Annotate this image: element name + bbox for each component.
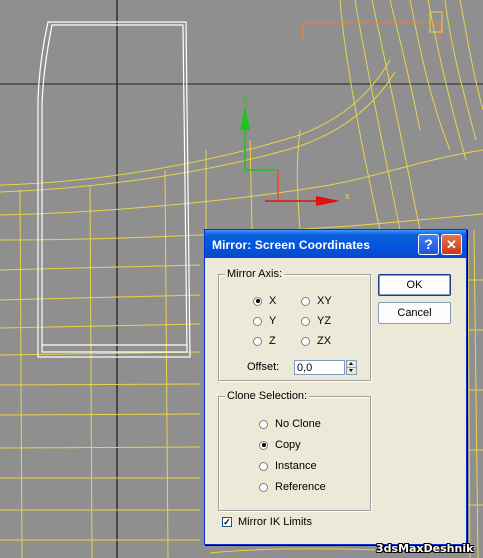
radio-button-icon [301,296,310,306]
spinner-down-button[interactable] [347,368,356,374]
checkbox-label: Mirror IK Limits [238,516,312,528]
transform-gizmo[interactable]: y x [240,93,350,206]
radio-button-icon [259,461,268,471]
radio-no-clone[interactable]: No Clone [259,418,321,430]
selected-object[interactable] [37,21,191,358]
radio-button-icon [259,440,268,450]
radio-instance[interactable]: Instance [259,460,317,472]
offset-spinner[interactable] [346,360,357,375]
arrow-up-icon [349,362,353,365]
radio-copy[interactable]: Copy [259,439,301,451]
radio-button-icon [253,316,262,326]
radio-button-icon [253,296,262,306]
radio-button-icon [253,336,262,346]
radio-label: Y [269,315,277,327]
cancel-button[interactable]: Cancel [378,302,451,324]
clone-selection-group: Clone Selection: No Clone Copy Instance … [218,390,371,511]
offset-label: Offset: [247,361,280,373]
mirror-axis-group: Mirror Axis: X XY Y YZ Z ZX Offset: [218,268,371,381]
radio-button-icon [301,316,310,326]
spinner-up-button[interactable] [347,361,356,368]
gizmo-x-arrow-icon [316,196,340,206]
offset-input[interactable] [294,360,345,375]
arrow-down-icon [349,369,353,372]
radio-axis-z[interactable]: Z [253,335,276,347]
radio-button-icon [301,336,310,346]
radio-label: X [269,295,277,307]
selection-bracket [302,21,441,40]
radio-axis-yz[interactable]: YZ [301,315,331,327]
mirror-ik-limits-checkbox[interactable]: ✓ Mirror IK Limits [222,516,312,528]
gizmo-y-arrow-icon [240,106,250,130]
radio-label: No Clone [275,418,321,430]
gizmo-x-label: x [345,191,350,201]
radio-axis-x[interactable]: X [253,295,276,307]
gizmo-y-label: y [243,93,248,103]
dialog-titlebar[interactable]: Mirror: Screen Coordinates ? ✕ [205,230,466,258]
radio-label: Reference [275,481,326,493]
radio-label: Instance [275,460,317,472]
radio-label: Z [269,335,276,347]
checkmark-icon: ✓ [222,517,232,527]
ok-button[interactable]: OK [378,274,451,296]
help-icon: ? [424,236,433,252]
mirror-dialog: Mirror: Screen Coordinates ? ✕ Mirror Ax… [204,229,467,545]
watermark-text: 3dsMaxDeshnik [376,542,474,555]
radio-axis-y[interactable]: Y [253,315,276,327]
close-icon: ✕ [446,237,457,252]
radio-button-icon [259,419,268,429]
clone-selection-label: Clone Selection: [225,390,310,402]
dialog-title: Mirror: Screen Coordinates [212,238,370,252]
radio-label: Copy [275,439,301,451]
radio-label: YZ [317,315,332,327]
radio-reference[interactable]: Reference [259,481,326,493]
radio-label: XY [317,295,332,307]
mirror-axis-label: Mirror Axis: [225,268,284,280]
radio-axis-zx[interactable]: ZX [301,335,331,347]
radio-axis-xy[interactable]: XY [301,295,332,307]
radio-button-icon [259,482,268,492]
help-button[interactable]: ? [418,234,439,255]
close-button[interactable]: ✕ [441,234,462,255]
radio-label: ZX [317,335,332,347]
